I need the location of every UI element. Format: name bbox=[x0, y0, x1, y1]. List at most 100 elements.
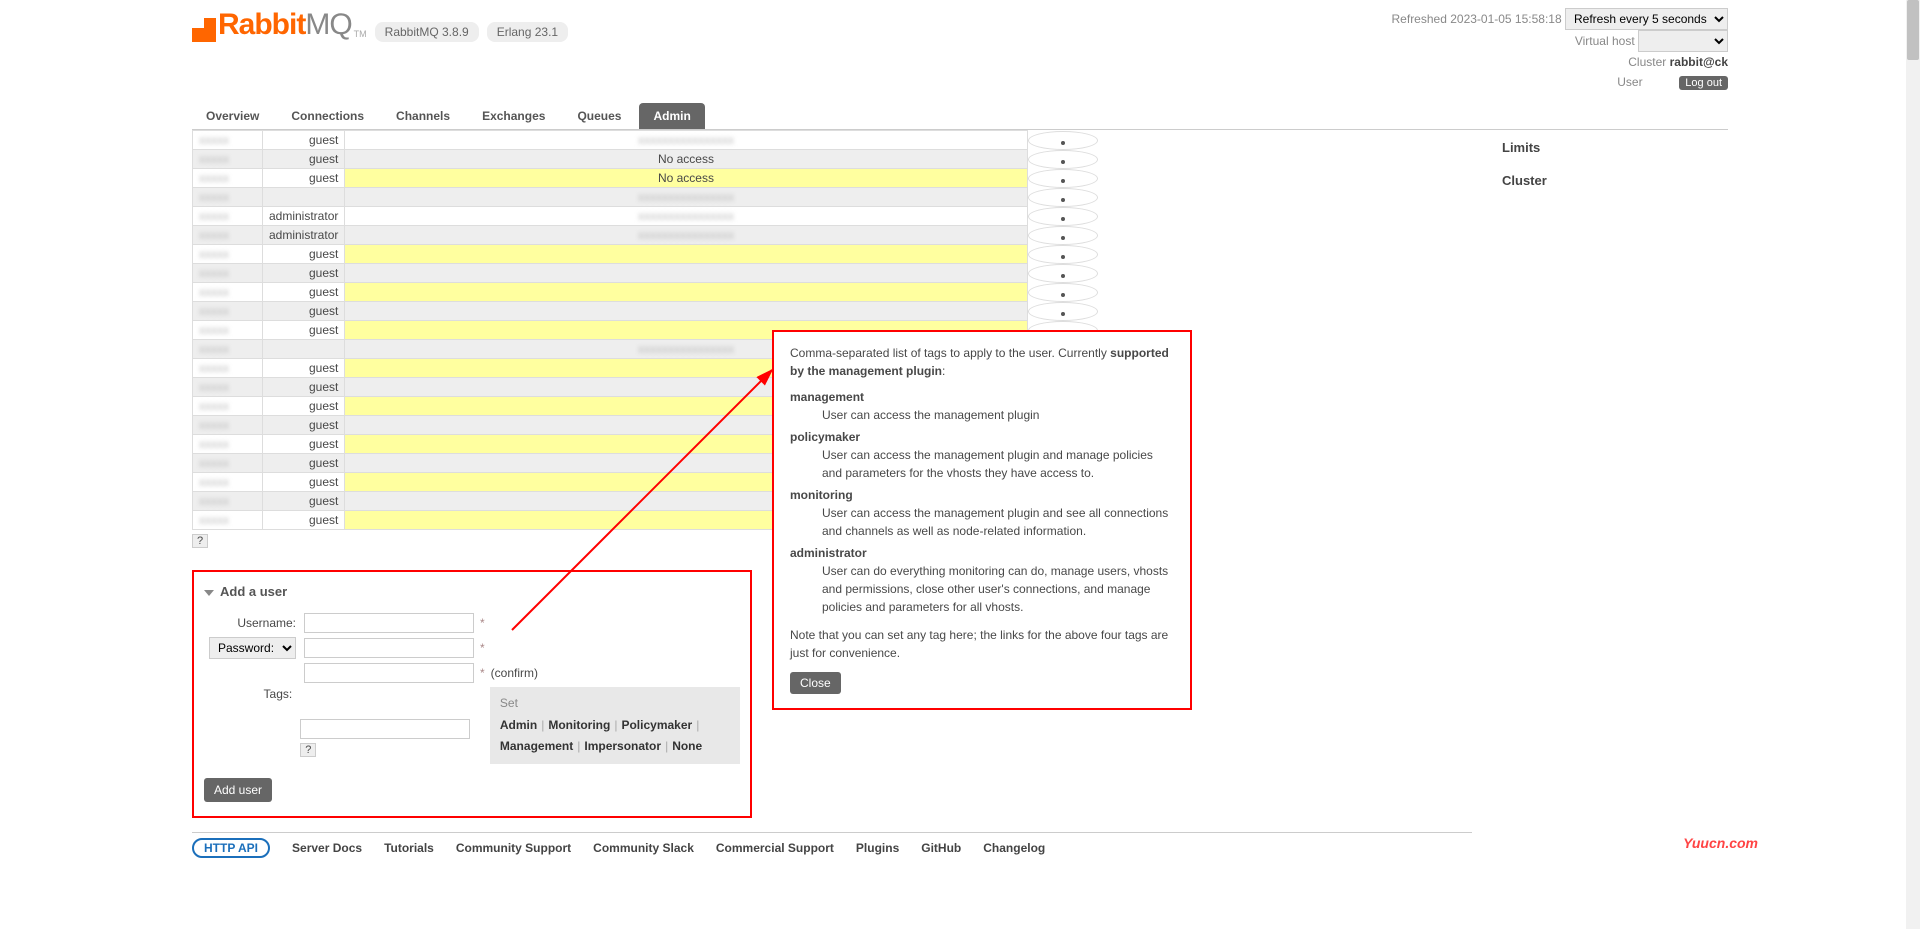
user-tag-cell: guest bbox=[263, 245, 345, 264]
user-name-cell[interactable]: xxxxx bbox=[193, 511, 263, 530]
user-name-cell[interactable]: xxxxx bbox=[193, 416, 263, 435]
user-name-cell[interactable]: xxxxx bbox=[193, 283, 263, 302]
user-tag-cell: guest bbox=[263, 131, 345, 150]
footer-link-commercial-support[interactable]: Commercial Support bbox=[716, 841, 834, 855]
tag-link-admin[interactable]: Admin bbox=[500, 718, 537, 732]
user-name-cell[interactable]: xxxxx bbox=[193, 397, 263, 416]
user-tag-cell: guest bbox=[263, 416, 345, 435]
password-type-select[interactable]: Password: bbox=[209, 637, 296, 659]
user-tag-cell: guest bbox=[263, 150, 345, 169]
footer-link-community-support[interactable]: Community Support bbox=[456, 841, 571, 855]
user-tag-cell: guest bbox=[263, 435, 345, 454]
user-access-cell bbox=[345, 264, 1027, 283]
user-status-cell bbox=[1028, 245, 1098, 264]
user-tag-cell: guest bbox=[263, 321, 345, 340]
user-name-cell[interactable]: xxxxx bbox=[193, 245, 263, 264]
footer-link-http-api[interactable]: HTTP API bbox=[192, 838, 270, 858]
footer-link-github[interactable]: GitHub bbox=[921, 841, 961, 855]
user-status-cell bbox=[1028, 188, 1098, 207]
tag-link-monitoring[interactable]: Monitoring bbox=[548, 718, 610, 732]
tooltip-note: Note that you can set any tag here; the … bbox=[790, 626, 1174, 662]
rabbitmq-logo-icon bbox=[192, 18, 216, 42]
tag-link-management[interactable]: Management bbox=[500, 739, 573, 753]
user-access-cell: No access bbox=[345, 169, 1027, 188]
footer-link-server-docs[interactable]: Server Docs bbox=[292, 841, 362, 855]
user-status-cell bbox=[1028, 207, 1098, 226]
user-name-cell[interactable]: xxxxx bbox=[193, 473, 263, 492]
user-access-cell: No access bbox=[345, 150, 1027, 169]
user-status-cell bbox=[1028, 169, 1098, 188]
tooltip-close-button[interactable]: Close bbox=[790, 672, 841, 694]
footer-link-plugins[interactable]: Plugins bbox=[856, 841, 899, 855]
user-access-cell: xxxxxxxxxxxxxxxx bbox=[345, 226, 1027, 245]
tag-link-policymaker[interactable]: Policymaker bbox=[621, 718, 692, 732]
tooltip-tag-desc: User can access the management plugin an… bbox=[822, 504, 1174, 540]
footer-link-changelog[interactable]: Changelog bbox=[983, 841, 1045, 855]
user-access-cell bbox=[345, 283, 1027, 302]
user-tag-cell: guest bbox=[263, 283, 345, 302]
trademark: TM bbox=[352, 29, 367, 42]
user-name-cell[interactable]: xxxxx bbox=[193, 131, 263, 150]
tab-overview[interactable]: Overview bbox=[192, 103, 273, 129]
user-name-cell[interactable]: xxxxx bbox=[193, 226, 263, 245]
user-name-cell[interactable]: xxxxx bbox=[193, 302, 263, 321]
scrollbar-thumb[interactable] bbox=[1907, 0, 1919, 60]
vertical-scrollbar[interactable] bbox=[1906, 0, 1920, 929]
user-tag-cell: guest bbox=[263, 302, 345, 321]
tags-tooltip: Comma-separated list of tags to apply to… bbox=[772, 330, 1192, 710]
add-user-section: Add a user Username: * Password: * bbox=[192, 570, 752, 818]
logo-text-rabbit: Rabbit bbox=[218, 8, 305, 42]
user-name-cell[interactable]: xxxxx bbox=[193, 264, 263, 283]
password-confirm-input[interactable] bbox=[304, 663, 474, 683]
user-name-cell[interactable]: xxxxx bbox=[193, 321, 263, 340]
tags-label: Tags: bbox=[204, 687, 300, 701]
user-name-cell[interactable]: xxxxx bbox=[193, 435, 263, 454]
refresh-select[interactable]: Refresh every 5 seconds bbox=[1565, 8, 1728, 30]
tags-input[interactable] bbox=[300, 719, 470, 739]
footer: HTTP API Server Docs Tutorials Community Su… bbox=[192, 832, 1472, 855]
user-status-cell bbox=[1028, 302, 1098, 321]
rabbitmq-logo[interactable]: RabbitMQ TM bbox=[192, 8, 367, 42]
tags-help[interactable]: ? bbox=[300, 743, 316, 757]
refreshed-label: Refreshed 2023-01-05 15:58:18 bbox=[1392, 12, 1562, 26]
user-name-cell[interactable]: xxxxx bbox=[193, 378, 263, 397]
side-nav-cluster[interactable]: Cluster bbox=[1502, 167, 1728, 200]
user-name-cell[interactable]: xxxxx bbox=[193, 169, 263, 188]
tooltip-tag-name: policymaker bbox=[790, 428, 1174, 446]
table-help[interactable]: ? bbox=[192, 534, 208, 548]
user-name-cell[interactable]: xxxxx bbox=[193, 340, 263, 359]
password-input[interactable] bbox=[304, 638, 474, 658]
tooltip-tag-name: management bbox=[790, 388, 1174, 406]
user-name-cell[interactable]: xxxxx bbox=[193, 207, 263, 226]
user-access-cell bbox=[345, 245, 1027, 264]
nav-tabs: OverviewConnectionsChannelsExchangesQueu… bbox=[192, 97, 1728, 130]
tag-link-none[interactable]: None bbox=[672, 739, 702, 753]
user-name-cell[interactable]: xxxxx bbox=[193, 492, 263, 511]
tag-link-impersonator[interactable]: Impersonator bbox=[584, 739, 661, 753]
cluster-label: Cluster bbox=[1628, 55, 1666, 69]
tab-channels[interactable]: Channels bbox=[382, 103, 464, 129]
user-name-cell[interactable]: xxxxx bbox=[193, 454, 263, 473]
status-block: Refreshed 2023-01-05 15:58:18 Refresh ev… bbox=[1392, 8, 1728, 93]
user-name-cell[interactable]: xxxxx bbox=[193, 359, 263, 378]
side-nav-limits[interactable]: Limits bbox=[1502, 134, 1728, 167]
required-mark: * bbox=[474, 666, 491, 680]
user-access-cell: xxxxxxxxxxxxxxxx bbox=[345, 188, 1027, 207]
tab-admin[interactable]: Admin bbox=[639, 103, 704, 129]
add-user-button[interactable]: Add user bbox=[204, 778, 272, 802]
tab-exchanges[interactable]: Exchanges bbox=[468, 103, 559, 129]
watermark: Yuucn.com bbox=[1683, 835, 1758, 851]
footer-link-community-slack[interactable]: Community Slack bbox=[593, 841, 694, 855]
footer-link-tutorials[interactable]: Tutorials bbox=[384, 841, 434, 855]
user-status-cell bbox=[1028, 264, 1098, 283]
tab-connections[interactable]: Connections bbox=[277, 103, 378, 129]
tab-queues[interactable]: Queues bbox=[563, 103, 635, 129]
add-user-header[interactable]: Add a user bbox=[204, 580, 740, 613]
user-label: User bbox=[1617, 75, 1642, 89]
user-name-cell[interactable]: xxxxx bbox=[193, 150, 263, 169]
username-input[interactable] bbox=[304, 613, 474, 633]
vhost-select[interactable] bbox=[1638, 30, 1728, 52]
user-tag-cell: administrator bbox=[263, 207, 345, 226]
user-name-cell[interactable]: xxxxx bbox=[193, 188, 263, 207]
logout-button[interactable]: Log out bbox=[1679, 76, 1728, 90]
